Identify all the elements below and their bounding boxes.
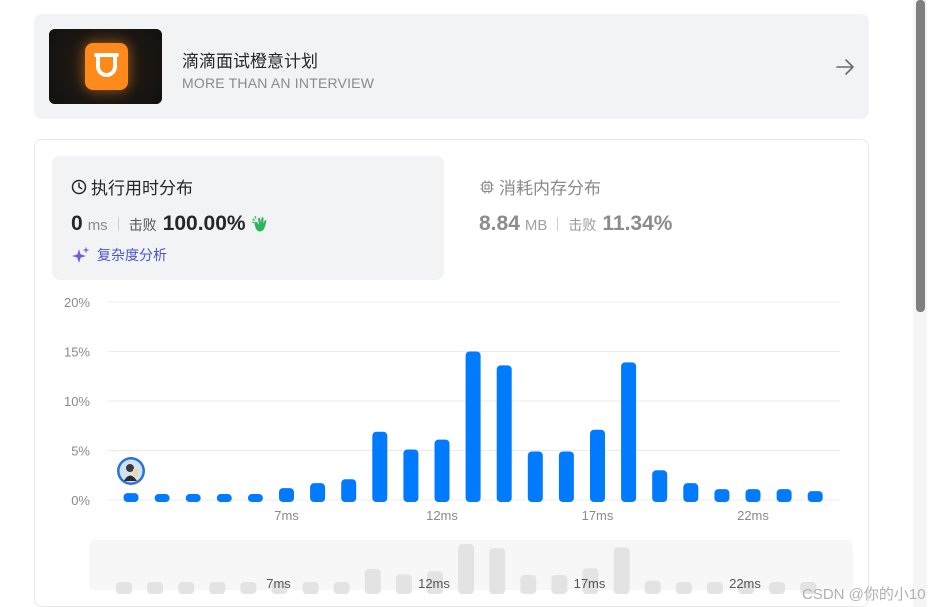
sparkle-icon xyxy=(72,246,90,263)
runtime-heading: 执行用时分布 xyxy=(71,174,193,199)
x-tick-label: 17ms xyxy=(582,508,614,523)
overview-bar xyxy=(333,582,350,594)
chart-overview-brush[interactable]: 7ms 12ms 17ms 22ms xyxy=(89,540,853,594)
y-tick-label: 15% xyxy=(64,345,90,360)
chart-bar xyxy=(465,351,481,502)
chart-bar xyxy=(403,449,419,502)
y-tick-label: 5% xyxy=(71,444,90,459)
chart-bar xyxy=(745,489,761,502)
memory-stats: 8.84 MB 击败 11.34% xyxy=(479,212,672,236)
y-tick-label: 0% xyxy=(71,493,90,508)
overview-bar xyxy=(209,582,226,594)
overview-bar xyxy=(551,574,568,594)
overview-tick-label: 12ms xyxy=(418,576,450,591)
chart-bar xyxy=(372,431,388,502)
x-tick-label: 7ms xyxy=(274,508,299,523)
memory-heading: 消耗内存分布 xyxy=(479,174,601,199)
chart-bar xyxy=(590,429,605,502)
page-scrollbar-thumb[interactable] xyxy=(916,0,925,312)
memory-unit: MB xyxy=(524,217,548,234)
promo-thumbnail xyxy=(49,29,162,104)
chart-bar xyxy=(496,365,512,502)
chart-bar xyxy=(558,451,574,502)
chart-bar xyxy=(807,491,823,502)
overview-bar xyxy=(613,547,630,594)
memory-heading-label: 消耗内存分布 xyxy=(499,179,601,198)
promo-banner[interactable]: 滴滴面试橙意计划 MORE THAN AN INTERVIEW xyxy=(34,14,869,119)
complexity-analysis-link[interactable]: 复杂度分析 xyxy=(71,245,167,265)
y-tick-label: 10% xyxy=(64,394,90,409)
x-tick-label: 12ms xyxy=(426,508,458,523)
clock-icon xyxy=(71,179,87,194)
overview-bar xyxy=(675,582,692,594)
chart-bar xyxy=(621,362,637,502)
runtime-beat-value: 100.00% xyxy=(162,212,246,235)
chart-bar xyxy=(247,494,263,502)
arrow-right-icon[interactable] xyxy=(834,56,856,78)
overview-tick-label: 17ms xyxy=(574,576,606,591)
submission-result-page: 滴滴面试橙意计划 MORE THAN AN INTERVIEW 执行用时分布 0… xyxy=(0,0,946,607)
chart-bar xyxy=(279,488,294,502)
overview-bar xyxy=(644,580,661,594)
chart-bar xyxy=(216,494,232,502)
memory-value: 8.84 xyxy=(479,212,520,235)
x-tick-label: 22ms xyxy=(737,508,769,523)
avatar-detail xyxy=(133,469,138,477)
overview-bar xyxy=(395,574,412,594)
y-tick-label: 20% xyxy=(64,295,90,310)
chart-bar xyxy=(341,479,357,502)
overview-bar xyxy=(178,582,195,594)
chart-bar xyxy=(123,493,139,502)
user-avatar-marker xyxy=(117,457,145,485)
overview-bar xyxy=(116,582,132,594)
chart-bar xyxy=(683,483,699,502)
result-card: 执行用时分布 0 ms 击败 100.00% 复杂度分析 消耗内存分布 8.84… xyxy=(34,139,869,607)
overview-bar xyxy=(458,544,475,594)
runtime-heading-label: 执行用时分布 xyxy=(91,179,193,198)
avatar-head xyxy=(126,464,134,472)
overview-bar xyxy=(240,582,257,594)
overview-bar xyxy=(302,582,319,594)
clap-icon xyxy=(251,216,266,232)
chart-bar xyxy=(527,451,543,502)
overview-tick-label: 7ms xyxy=(266,576,291,591)
overview-bar xyxy=(489,548,506,594)
chart-bar xyxy=(714,489,730,502)
chart-bar xyxy=(776,489,792,502)
runtime-value: 0 xyxy=(71,212,83,235)
overview-bar xyxy=(520,574,537,594)
overview-bar xyxy=(364,568,381,594)
complexity-analysis-label: 复杂度分析 xyxy=(97,247,167,263)
chart-bar xyxy=(154,494,170,502)
memory-beat-value: 11.34% xyxy=(602,212,673,235)
overview-bar xyxy=(706,582,723,594)
memory-beat-label: 击败 xyxy=(568,217,597,233)
overview-bar xyxy=(769,582,786,594)
runtime-stats: 0 ms 击败 100.00% xyxy=(71,212,270,236)
overview-tick-label: 22ms xyxy=(729,576,761,591)
overview-bar xyxy=(147,582,164,594)
runtime-panel[interactable]: 执行用时分布 0 ms 击败 100.00% 复杂度分析 xyxy=(52,156,444,280)
chart-bar xyxy=(652,470,668,502)
stat-divider xyxy=(117,217,119,231)
chart-bar xyxy=(310,483,326,502)
chart-bar xyxy=(434,439,450,502)
runtime-unit: ms xyxy=(87,217,108,234)
promo-title: 滴滴面试橙意计划 xyxy=(182,52,318,71)
chart-bar xyxy=(185,494,201,502)
promo-subtitle: MORE THAN AN INTERVIEW xyxy=(182,75,375,91)
memory-panel[interactable]: 消耗内存分布 8.84 MB 击败 11.34% xyxy=(479,156,839,280)
runtime-beat-label: 击败 xyxy=(128,217,157,233)
didi-logo-icon xyxy=(85,43,128,90)
watermark: CSDN @你的小10 xyxy=(802,586,926,603)
stat-divider xyxy=(557,217,559,231)
chip-icon xyxy=(480,180,494,193)
